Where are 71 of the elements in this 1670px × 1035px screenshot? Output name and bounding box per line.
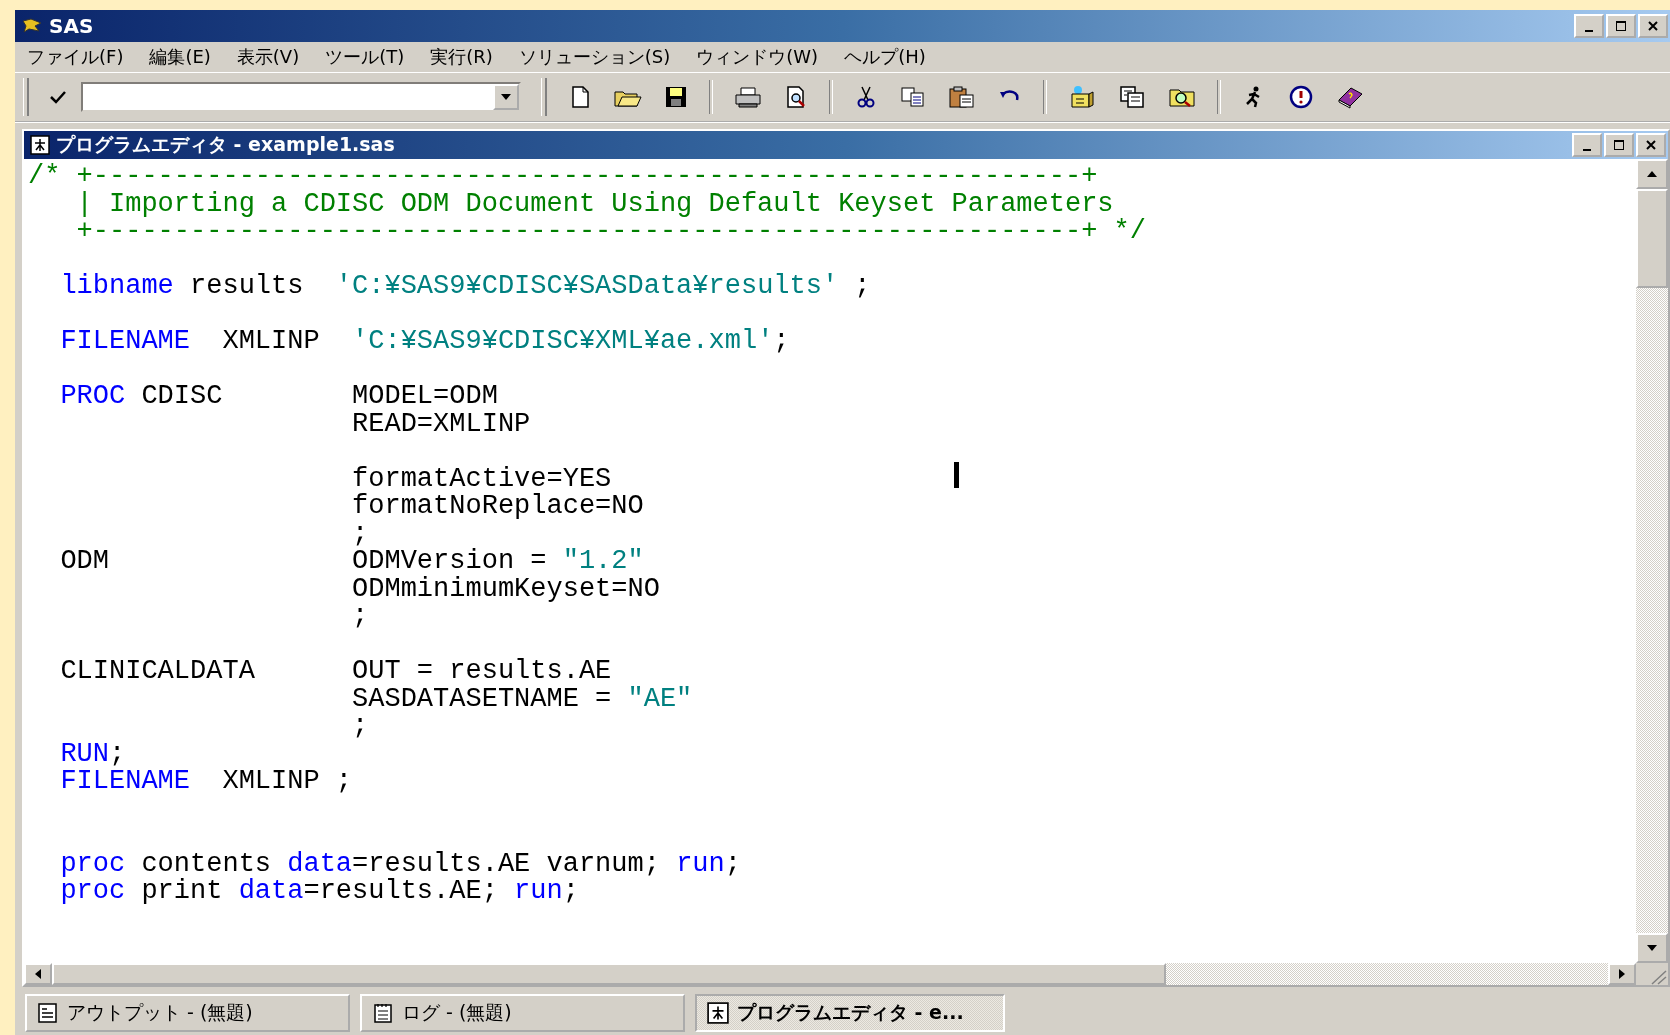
window-tab[interactable]: アウトプット - (無題): [25, 994, 350, 1032]
code-line: FILENAME XMLINP 'C:¥SAS9¥CDISC¥XML¥ae.xml';: [59, 328, 790, 356]
minimize-icon: [1583, 148, 1591, 151]
close-icon: [1645, 139, 1657, 151]
menu-item[interactable]: ツール(T): [325, 45, 405, 69]
minimize-button[interactable]: [1574, 14, 1604, 38]
dropdown-button[interactable]: [493, 84, 519, 110]
scroll-right-button[interactable]: [1608, 963, 1636, 985]
code-line: formatNoReplace=NO: [351, 493, 644, 521]
maximize-button[interactable]: [1604, 133, 1634, 157]
text-cursor-icon: [954, 462, 959, 488]
code-line: proc print data=results.AE; run;: [59, 878, 579, 906]
exclamation-icon[interactable]: [1287, 84, 1315, 110]
code-line: CLINICALDATA OUT = results.AE: [59, 658, 612, 686]
up-arrow-icon: [1646, 170, 1658, 178]
dropdown-arrow-icon: [500, 93, 512, 101]
menu-item[interactable]: 実行(R): [430, 45, 493, 69]
menu-item[interactable]: ヘルプ(H): [844, 45, 926, 69]
command-field[interactable]: [81, 82, 521, 112]
right-arrow-icon: [1618, 968, 1626, 980]
notepad-icon: [372, 1002, 394, 1024]
left-arrow-icon: [34, 968, 42, 980]
printer-icon[interactable]: [733, 84, 763, 110]
code-line: ;: [351, 603, 369, 631]
code-line: ODMminimumKeyset=NO: [351, 575, 660, 603]
code-line: FILENAME XMLINP ;: [59, 768, 353, 796]
menu-item[interactable]: ウィンドウ(W): [696, 45, 819, 69]
vertical-scrollbar[interactable]: [1636, 159, 1668, 963]
app-logo-icon: [21, 17, 43, 35]
scroll-up-button[interactable]: [1636, 159, 1668, 189]
save-icon[interactable]: [663, 84, 689, 110]
program-editor-icon: [707, 1002, 729, 1024]
menu-item[interactable]: ファイル(F): [27, 45, 124, 69]
maximize-button[interactable]: [1606, 14, 1636, 38]
paste-icon[interactable]: [947, 84, 977, 110]
code-line: proc contents data=results.AE varnum; run;: [59, 850, 741, 878]
maximize-icon: [1615, 20, 1627, 32]
menu-item[interactable]: 表示(V): [236, 45, 300, 69]
window-tab[interactable]: プログラムエディタ - e...: [695, 994, 1005, 1032]
code-line: | Importing a CDISC ODM Document Using Default Keyset Parameters: [75, 190, 1114, 218]
code-line: READ=XMLINP: [351, 410, 531, 438]
maximize-icon: [1613, 139, 1625, 151]
close-icon: [1647, 20, 1659, 32]
menu-item[interactable]: ソリューション(S): [518, 45, 671, 69]
scroll-left-button[interactable]: [24, 963, 52, 985]
scroll-thumb[interactable]: [1636, 189, 1668, 288]
minimize-button[interactable]: [1572, 133, 1602, 157]
code-line: ;: [351, 713, 369, 741]
menu-item[interactable]: 編集(E): [149, 45, 211, 69]
copy-icon[interactable]: [899, 84, 927, 110]
program-editor-icon: [30, 135, 50, 155]
editor-title: プログラムエディタ - example1.sas: [56, 132, 395, 157]
window-title: SAS: [49, 14, 94, 38]
scroll-down-button[interactable]: [1636, 933, 1668, 963]
window-tab[interactable]: ログ - (無題): [360, 994, 685, 1032]
code-line: ODM ODMVersion = "1.2": [59, 548, 644, 576]
output-document-icon: [37, 1002, 59, 1024]
code-line: RUN;: [59, 740, 126, 768]
code-line: PROC CDISC MODEL=ODM: [59, 383, 498, 411]
down-arrow-icon: [1646, 944, 1658, 952]
code-line: ;: [351, 520, 369, 548]
code-line: formatActive=YES: [351, 465, 612, 493]
horizontal-scrollbar[interactable]: [24, 963, 1636, 985]
code-line: SASDATASETNAME = "AE": [351, 685, 693, 713]
code-line: /* +-------------------------------------------------------------+: [28, 163, 1098, 191]
close-button[interactable]: [1638, 14, 1668, 38]
code-line: +-------------------------------------------------------------+ */: [75, 218, 1146, 246]
close-button[interactable]: [1636, 133, 1666, 157]
minimize-icon: [1585, 29, 1593, 32]
scroll-thumb[interactable]: [52, 963, 1166, 985]
code-line: libname results 'C:¥SAS9¥CDISC¥SASData¥results' ;: [59, 273, 871, 301]
